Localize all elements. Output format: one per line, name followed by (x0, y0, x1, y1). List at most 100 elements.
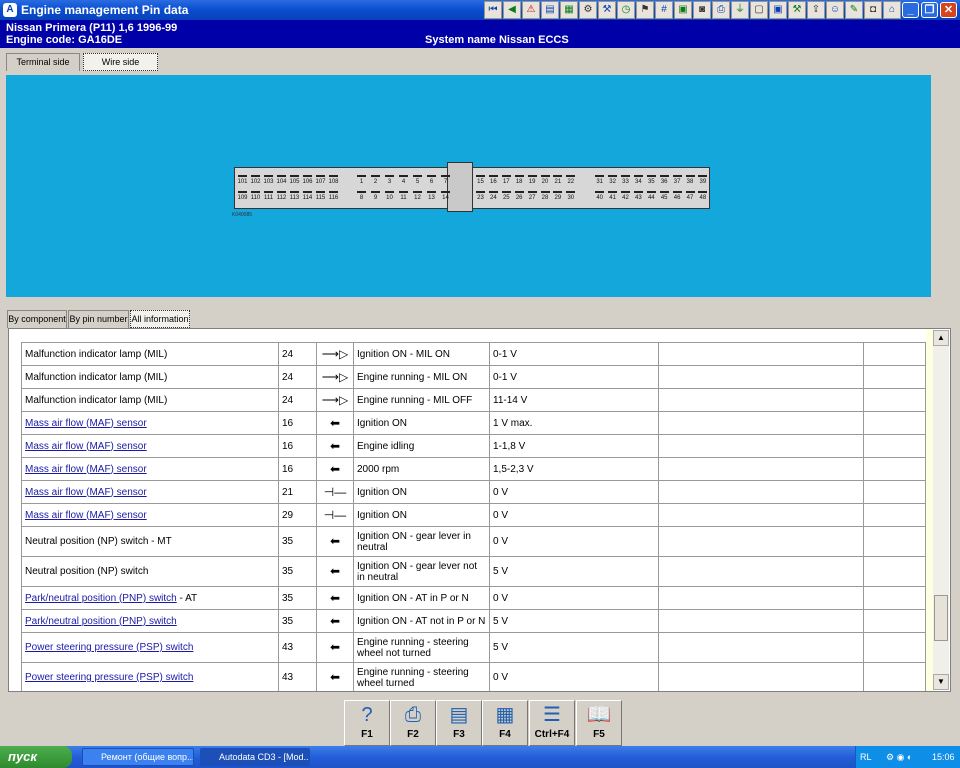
pin-43[interactable]: 43 (633, 191, 644, 201)
pin-14[interactable]: 14 (440, 191, 451, 201)
pin-37[interactable]: 37 (672, 175, 683, 185)
pin-113[interactable]: 113 (289, 191, 300, 201)
table-row[interactable]: Power steering pressure (PSP) switch 43 ⬅ E… (21, 662, 926, 691)
component-link[interactable]: Park/neutral position (PNP) switch (25, 616, 177, 627)
fkey-button-2[interactable]: ⎙ F2 (390, 700, 436, 746)
wrench-icon[interactable]: ⚒ (598, 1, 616, 19)
pin-5[interactable]: 5 (412, 175, 423, 185)
language-indicator[interactable]: RL (860, 746, 872, 768)
tab-by-pin-number[interactable]: By pin number (68, 310, 129, 328)
tools-icon[interactable]: ⚙ (579, 1, 597, 19)
fkey-button-1[interactable]: ? F1 (344, 700, 390, 746)
export-icon[interactable]: ⇪ (807, 1, 825, 19)
pin-31[interactable]: 31 (594, 175, 605, 185)
save-icon[interactable]: ▣ (674, 1, 692, 19)
pin-6[interactable]: 6 (426, 175, 437, 185)
pin-116[interactable]: 116 (328, 191, 339, 201)
pin-3[interactable]: 3 (384, 175, 395, 185)
pin-103[interactable]: 103 (263, 175, 274, 185)
pin-9[interactable]: 9 (370, 191, 381, 201)
pin-8[interactable]: 8 (356, 191, 367, 201)
pin-47[interactable]: 47 (685, 191, 696, 201)
tab-by-component[interactable]: By component (7, 310, 67, 328)
pin-102[interactable]: 102 (250, 175, 261, 185)
fkey-button-3[interactable]: ▤ F3 (436, 700, 482, 746)
component-cell[interactable]: Mass air flow (MAF) sensor (21, 411, 279, 435)
pin-115[interactable]: 115 (315, 191, 326, 201)
pin-48[interactable]: 48 (697, 191, 708, 201)
table-row[interactable]: Malfunction indicator lamp (MIL) 24 ⟶▷ Igni… (21, 342, 926, 366)
component-cell[interactable]: Mass air flow (MAF) sensor (21, 434, 279, 458)
scroll-thumb[interactable] (934, 595, 948, 641)
pin-111[interactable]: 111 (263, 191, 274, 201)
component-link[interactable]: Power steering pressure (PSP) switch (25, 672, 193, 683)
pin-30[interactable]: 30 (565, 191, 576, 201)
start-button[interactable]: пуск (0, 746, 72, 768)
pin-12[interactable]: 12 (412, 191, 423, 201)
clock-icon[interactable]: ◷ (617, 1, 635, 19)
vertical-scrollbar[interactable]: ▲ ▼ (933, 330, 949, 690)
component-link[interactable]: Power steering pressure (PSP) switch (25, 642, 193, 653)
pin-46[interactable]: 46 (672, 191, 683, 201)
warning-icon[interactable]: ⚠ (522, 1, 540, 19)
task-item-2[interactable]: Autodata CD3 - [Mod... (200, 748, 310, 766)
pin-105[interactable]: 105 (289, 175, 300, 185)
pin-104[interactable]: 104 (276, 175, 287, 185)
pin-10[interactable]: 10 (384, 191, 395, 201)
table-row[interactable]: Neutral position (NP) switch 35 ⬅ Ignition … (21, 556, 926, 587)
fkey-button-5[interactable]: ☰ Ctrl+F4 (529, 700, 575, 746)
close-button[interactable]: ✕ (940, 2, 957, 18)
pin-44[interactable]: 44 (646, 191, 657, 201)
pin-28[interactable]: 28 (540, 191, 551, 201)
table-row[interactable]: Mass air flow (MAF) sensor 21 ⊣— Ignition O… (21, 480, 926, 504)
component-cell[interactable]: Mass air flow (MAF) sensor (21, 480, 279, 504)
table-row[interactable]: Malfunction indicator lamp (MIL) 24 ⟶▷ Engi… (21, 365, 926, 389)
pin-40[interactable]: 40 (594, 191, 605, 201)
table-row[interactable]: Malfunction indicator lamp (MIL) 24 ⟶▷ Engi… (21, 388, 926, 412)
table-row[interactable]: Park/neutral position (PNP) switch - AT 3… (21, 586, 926, 610)
pin-39[interactable]: 39 (697, 175, 708, 185)
pin-34[interactable]: 34 (633, 175, 644, 185)
component-cell[interactable]: Power steering pressure (PSP) switch (21, 632, 279, 663)
pin-101[interactable]: 101 (237, 175, 248, 185)
pin-7[interactable]: 7 (440, 175, 451, 185)
pin-15[interactable]: 15 (475, 175, 486, 185)
pin-2[interactable]: 2 (370, 175, 381, 185)
component-link[interactable]: Mass air flow (MAF) sensor (25, 464, 147, 475)
maximize-button[interactable]: ❐ (921, 2, 938, 18)
car2-icon[interactable]: ◘ (864, 1, 882, 19)
pin-26[interactable]: 26 (514, 191, 525, 201)
pin-32[interactable]: 32 (607, 175, 618, 185)
pin-16[interactable]: 16 (488, 175, 499, 185)
print-icon[interactable]: ⎙ (712, 1, 730, 19)
pin-25[interactable]: 25 (501, 191, 512, 201)
component-link[interactable]: Park/neutral position (PNP) switch (25, 593, 177, 604)
image-icon[interactable]: ▦ (560, 1, 578, 19)
table-row[interactable]: Mass air flow (MAF) sensor 29 ⊣— Ignition O… (21, 503, 926, 527)
component-link[interactable]: Mass air flow (MAF) sensor (25, 441, 147, 452)
pin-4[interactable]: 4 (398, 175, 409, 185)
task-item-1[interactable]: Ремонт (общие вопр... (82, 748, 194, 766)
pin-112[interactable]: 112 (276, 191, 287, 201)
pin-36[interactable]: 36 (659, 175, 670, 185)
hash-icon[interactable]: # (655, 1, 673, 19)
fkey-button-4[interactable]: ▦ F4 (482, 700, 528, 746)
pin-45[interactable]: 45 (659, 191, 670, 201)
pin-22[interactable]: 22 (565, 175, 576, 185)
pin-38[interactable]: 38 (685, 175, 696, 185)
pin-13[interactable]: 13 (426, 191, 437, 201)
component-cell[interactable]: Mass air flow (MAF) sensor (21, 457, 279, 481)
table-row[interactable]: Neutral position (NP) switch - MT 35 ⬅ Igni… (21, 526, 926, 557)
pin-114[interactable]: 114 (302, 191, 313, 201)
pin-21[interactable]: 21 (552, 175, 563, 185)
page-icon[interactable]: ▤ (541, 1, 559, 19)
pin-1[interactable]: 1 (356, 175, 367, 185)
fkey-button-6[interactable]: 📖 F5 (576, 700, 622, 746)
tab-terminal-side[interactable]: Terminal side (6, 53, 80, 71)
pin-18[interactable]: 18 (514, 175, 525, 185)
table-row[interactable]: Park/neutral position (PNP) switch 35 ⬅ Ign… (21, 609, 926, 633)
flags-icon[interactable]: ⚑ (636, 1, 654, 19)
pin-20[interactable]: 20 (540, 175, 551, 185)
pin-41[interactable]: 41 (607, 191, 618, 201)
pin-110[interactable]: 110 (250, 191, 261, 201)
